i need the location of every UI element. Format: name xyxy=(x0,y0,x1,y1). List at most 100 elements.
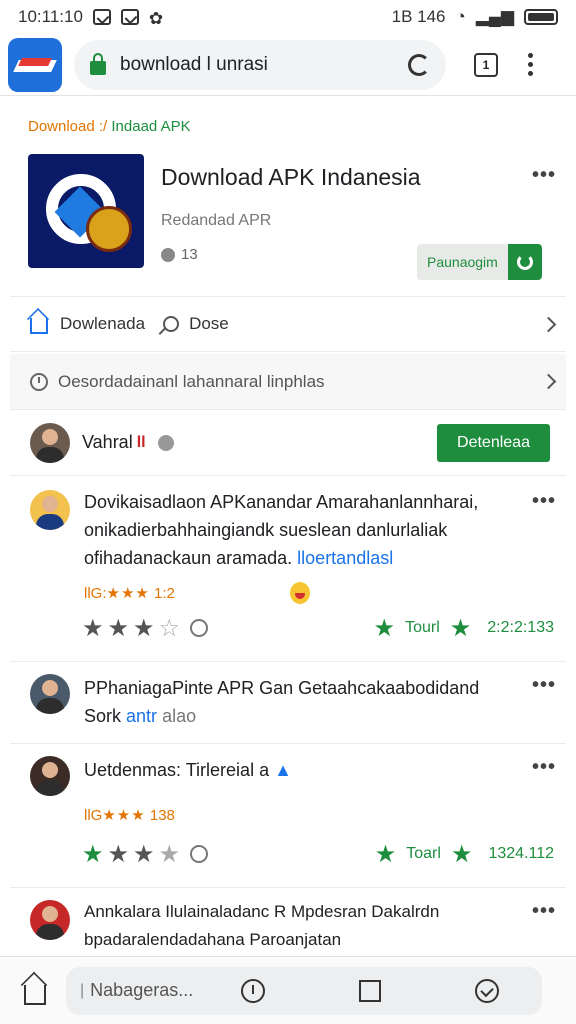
tool-count: 2:2:2:133 xyxy=(487,619,554,636)
info-icon[interactable] xyxy=(157,434,174,451)
page-content: Download :/ Indaad APK Download APK Inda… xyxy=(10,96,566,956)
status-time: 10:11:10 xyxy=(18,7,83,26)
battery-icon xyxy=(524,9,558,25)
install-label: Paunaogim xyxy=(417,244,508,280)
tab-count: 1 xyxy=(482,57,490,72)
review-text: PPhaniagaPinte APR Gan Getaahcakaabodida… xyxy=(84,674,526,730)
links-row: Dowlenada Dose xyxy=(10,296,566,352)
review-actions: ★★★☆ ★ Tourl ★ 2:2:2:133 xyxy=(82,614,554,642)
tool-count: 1324.112 xyxy=(488,845,554,862)
review-text: Uetdenmas: Tirlereial a ▲ xyxy=(84,756,526,784)
clock-icon xyxy=(30,372,48,391)
status-bar: 10:11:10 ✿ 1B 146 ◔ ▂▄▆ xyxy=(0,0,576,34)
tabs-icon[interactable] xyxy=(359,979,382,1002)
like-icon xyxy=(161,247,175,262)
avatar[interactable] xyxy=(30,490,70,530)
search-placeholder[interactable]: Nabageras... xyxy=(90,980,193,1001)
review-body: PPhaniagaPinte APR Gan Getaahcakaabodida… xyxy=(84,678,480,698)
description-row[interactable]: Oesordadainanl lahannaral linphlas xyxy=(10,354,566,410)
tool-label[interactable]: Toarl xyxy=(406,845,441,863)
app-logo-icon[interactable] xyxy=(8,37,62,92)
star-rating[interactable]: ★★★☆ xyxy=(82,614,184,643)
install-button[interactable]: Paunaogim xyxy=(417,244,542,280)
user-row: Vahral ll Detenleaa xyxy=(10,410,566,476)
bottom-search-bar[interactable]: | Nabageras... xyxy=(66,966,542,1015)
review-more-icon[interactable]: ••• xyxy=(532,756,556,779)
user-badge: ll xyxy=(136,433,146,451)
settings-icon: ✿ xyxy=(148,9,164,28)
meta-count: 1:2 xyxy=(154,585,175,602)
star-icon[interactable]: ★ xyxy=(375,840,397,869)
avatar[interactable] xyxy=(30,422,70,463)
meta-stars: ★★★ xyxy=(102,807,146,824)
emoji-icon xyxy=(290,582,310,604)
link-dose[interactable]: Dose xyxy=(189,314,229,334)
avatar[interactable] xyxy=(30,756,70,796)
description-text: Oesordadainanl lahannaral linphlas xyxy=(58,371,325,391)
review-line2-a: Sork xyxy=(84,706,122,726)
review-link[interactable]: antr xyxy=(126,706,157,726)
download-button[interactable]: Detenleaa xyxy=(437,424,550,462)
refresh-icon[interactable] xyxy=(408,53,430,76)
app-subtitle: Redandad APR xyxy=(161,212,272,229)
meta-stars: ★★★ xyxy=(106,585,150,602)
list-item: Uetdenmas: Tirlereial a ▲ ••• llG★★★ 138… xyxy=(10,744,566,888)
chevron-right-icon[interactable] xyxy=(540,316,557,332)
list-item: Annkalara Ilulainaladanc R Mpdesran Daka… xyxy=(10,888,566,956)
tool-label[interactable]: Tourl xyxy=(405,619,440,637)
meta-prefix: llG: xyxy=(84,585,107,602)
app-notification-icon xyxy=(120,9,139,25)
app-title: Download APK Indanesia xyxy=(161,164,421,190)
check-icon[interactable] xyxy=(475,978,500,1003)
url-text[interactable]: bownload l unrasi xyxy=(120,54,408,76)
address-bar[interactable]: bownload l unrasi xyxy=(74,39,446,90)
review-more-icon[interactable]: ••• xyxy=(532,900,556,923)
breadcrumb: Download :/ Indaad APK xyxy=(28,118,191,135)
search-icon xyxy=(163,316,180,332)
meta-prefix: llG xyxy=(84,807,103,824)
signal-icon: ▂▄▆ xyxy=(475,7,514,26)
browser-toolbar: bownload l unrasi 1 xyxy=(0,34,576,96)
browser-menu-icon[interactable] xyxy=(528,53,533,76)
status-indicators: 1B 146 xyxy=(391,7,446,26)
app-more-icon[interactable]: ••• xyxy=(532,164,556,187)
info-icon[interactable] xyxy=(190,619,209,637)
rating-count: 13 xyxy=(181,246,198,263)
link-download[interactable]: Dowlenada xyxy=(60,314,145,334)
review-link[interactable]: lloertandlasl xyxy=(297,548,393,568)
list-item: PPhaniagaPinte APR Gan Getaahcakaabodida… xyxy=(10,662,566,744)
tabs-button[interactable]: 1 xyxy=(474,52,498,77)
home-icon[interactable] xyxy=(24,984,46,1005)
breadcrumb-current[interactable]: Indaad APK xyxy=(111,118,190,135)
cursor-icon: | xyxy=(80,981,85,999)
refresh-icon xyxy=(507,244,542,280)
compass-icon[interactable] xyxy=(241,978,266,1003)
review-meta: llG:★★★ 1:2 xyxy=(84,584,175,602)
notification-icon xyxy=(92,9,111,25)
breadcrumb-home[interactable]: Download :/ xyxy=(28,118,107,135)
avatar[interactable] xyxy=(30,674,70,714)
user-name[interactable]: Vahral xyxy=(82,432,133,453)
info-icon[interactable] xyxy=(190,845,209,863)
review-body: Dovikaisadlaon APKanandar Amarahanlannha… xyxy=(84,492,479,568)
review-more-icon[interactable]: ••• xyxy=(532,674,556,697)
tool-group: ★ Toarl ★ 1324.112 xyxy=(375,840,554,869)
review-text: Annkalara Ilulainaladanc R Mpdesran Daka… xyxy=(84,902,440,949)
review-more-icon[interactable]: ••• xyxy=(532,490,556,513)
star-icon[interactable]: ★ xyxy=(374,614,396,643)
review-meta: llG★★★ 138 xyxy=(84,806,175,824)
review-text: Dovikaisadlaon APKanandar Amarahanlannha… xyxy=(84,488,526,572)
review-body: Uetdenmas: Tirlereial a xyxy=(84,760,270,780)
review-actions: ★★★★ ★ Toarl ★ 1324.112 xyxy=(82,840,554,868)
bottom-navigation: | Nabageras... xyxy=(0,956,576,1024)
tool-group: ★ Tourl ★ 2:2:2:133 xyxy=(374,614,554,643)
app-rating: 13 xyxy=(161,246,198,263)
chevron-right-icon[interactable] xyxy=(540,373,557,390)
review-line2-b: alao xyxy=(162,706,197,726)
verified-icon: ▲ xyxy=(274,760,292,780)
star-icon[interactable]: ★ xyxy=(451,840,473,869)
list-item: Dovikaisadlaon APKanandar Amarahanlannha… xyxy=(10,478,566,662)
star-icon[interactable]: ★ xyxy=(450,614,472,643)
star-rating[interactable]: ★★★★ xyxy=(82,840,184,869)
avatar[interactable] xyxy=(30,900,70,940)
